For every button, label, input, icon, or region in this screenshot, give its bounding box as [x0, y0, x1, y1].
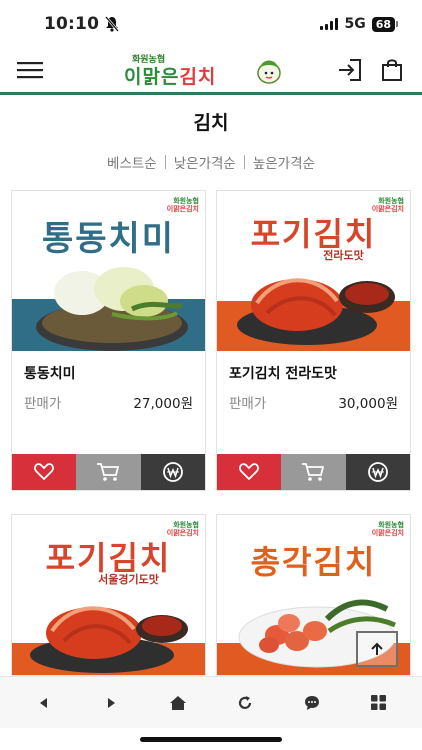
kimchi-bowl-image: [30, 606, 188, 673]
login-icon: [339, 59, 361, 81]
product-image[interactable]: 화원농협 이맑은김치 통동치미: [12, 191, 205, 351]
brand-mini-logo: 화원농협 이맑은김치: [371, 521, 404, 537]
price-value: 27,000원: [133, 396, 193, 412]
home-icon: [169, 695, 186, 710]
hamburger-icon: [17, 62, 43, 79]
price-label: 판매가: [229, 396, 267, 412]
status-bar: 10:10 5G 68: [0, 0, 422, 48]
banner-title: 총각김치: [250, 543, 377, 581]
home-indicator[interactable]: [140, 737, 282, 742]
won-icon: [367, 462, 388, 482]
product-card[interactable]: 화원농협 이맑은김치 포기김치 서울경기도맛: [11, 514, 206, 676]
sort-low-price[interactable]: 낮은가격순: [166, 152, 244, 172]
banner-subtitle: 서울경기도맛: [98, 573, 159, 586]
signal-icon: [320, 18, 339, 30]
forward-icon: [107, 697, 115, 708]
product-image[interactable]: 화원농협 이맑은김치 포기김치 서울경기도맛: [12, 515, 205, 675]
battery-icon: 68: [371, 16, 398, 32]
brand-logo[interactable]: 화원농협 이맑은김치: [120, 50, 290, 90]
banner-subtitle: 전라도맛: [323, 249, 364, 262]
cabbage-mascot-icon: [257, 60, 281, 84]
won-icon: [162, 462, 183, 482]
kimchi-bowl-image: [237, 278, 395, 345]
sort-high-price[interactable]: 높은가격순: [245, 152, 323, 172]
grid-icon: [371, 695, 386, 710]
bottom-nav: [0, 676, 422, 728]
refresh-button[interactable]: [225, 683, 265, 723]
home-button[interactable]: [158, 683, 198, 723]
menu-button[interactable]: [14, 54, 46, 86]
header-divider: [0, 92, 422, 95]
like-button[interactable]: [12, 454, 77, 490]
apps-grid-button[interactable]: [359, 683, 399, 723]
heart-icon: [34, 463, 55, 481]
forward-button[interactable]: [91, 683, 131, 723]
scroll-to-top-button[interactable]: [356, 631, 398, 667]
status-time: 10:10: [44, 14, 100, 34]
sort-best[interactable]: 베스트순: [99, 152, 165, 172]
heart-icon: [239, 463, 260, 481]
shopping-bag-icon: [382, 59, 402, 81]
login-button[interactable]: [334, 54, 366, 86]
product-card[interactable]: 화원농협 이맑은김치 통동치미 통동치미 판매가 27,000원: [11, 190, 206, 491]
price-label: 판매가: [24, 396, 62, 412]
arrow-up-icon: [371, 642, 383, 655]
buy-now-button[interactable]: [345, 454, 410, 490]
product-card[interactable]: 화원농협 이맑은김치 포기김치 전라도맛 포기김치 전라도맛 판매가 30,000…: [216, 190, 411, 491]
like-button[interactable]: [217, 454, 282, 490]
bell-off-icon: [105, 16, 120, 32]
cart-icon: [97, 463, 120, 481]
product-name[interactable]: 포기김치 전라도맛: [229, 363, 398, 383]
back-button[interactable]: [24, 683, 64, 723]
back-icon: [39, 697, 47, 708]
product-name[interactable]: 통동치미: [24, 363, 193, 383]
cart-icon: [302, 463, 325, 481]
refresh-icon: [238, 695, 251, 709]
price-value: 30,000원: [338, 396, 398, 412]
add-to-cart-button[interactable]: [76, 454, 141, 490]
page-title: 김치: [193, 112, 229, 134]
chat-icon: [304, 695, 319, 710]
add-to-cart-button[interactable]: [281, 454, 346, 490]
buy-now-button[interactable]: [140, 454, 205, 490]
chat-button[interactable]: [292, 683, 332, 723]
sort-tabs: 베스트순 낮은가격순 높은가격순: [0, 152, 422, 172]
product-actions: [217, 454, 410, 490]
product-image[interactable]: 화원농협 이맑은김치 포기김치 전라도맛: [217, 191, 410, 351]
product-actions: [12, 454, 205, 490]
shopping-bag-button[interactable]: [376, 54, 408, 86]
battery-level: 68: [371, 16, 395, 32]
dongchimi-bowl-image: [36, 267, 188, 351]
app-header: 화원농협 이맑은김치: [0, 48, 422, 92]
logo-text: 이맑은김치: [124, 66, 217, 88]
network-type: 5G: [344, 16, 366, 32]
